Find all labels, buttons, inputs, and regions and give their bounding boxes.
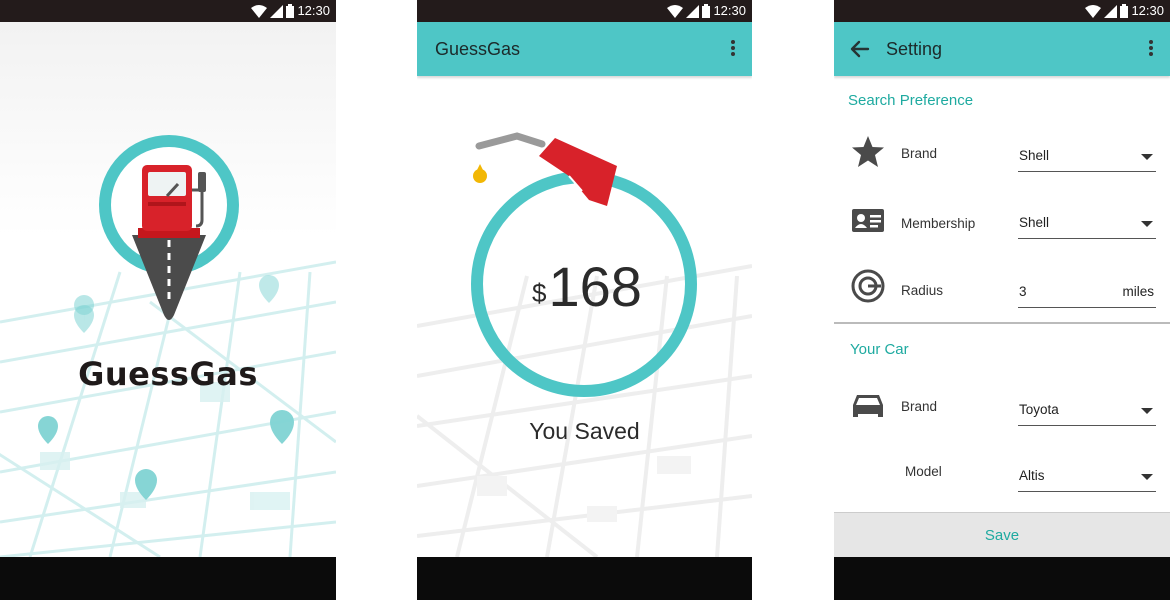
gas-station-logo [99,135,239,320]
savings-value: 168 [548,255,642,318]
more-options-icon[interactable] [726,38,740,60]
car-brand-select-value: Toyota [1019,402,1059,417]
star-icon [852,136,884,167]
section-search-preference: Search Preference [848,92,974,109]
page-title: Setting [886,39,943,59]
status-time: 12:30 [297,3,330,18]
section-your-car: Your Car [850,341,909,358]
car-model-label: Model [905,464,942,479]
navigation-bar [417,557,752,600]
car-icon [853,395,883,417]
app-name-wordmark: GuessGas [78,355,258,393]
membership-label: Membership [901,216,976,231]
membership-select-value: Shell [1019,215,1050,230]
savings-amount: $168 [512,254,662,319]
brand-select[interactable]: Shell [1018,142,1156,172]
navigation-bar [0,557,336,600]
settings-screen: 12:30 Setting Search Preference Brand Sh… [834,0,1170,600]
app-bar: Setting [834,22,1170,76]
save-button[interactable]: Save [834,512,1170,557]
savings-screen: 12:30 GuessGas $168 You Saved [417,0,752,600]
splash-screen: 12:30 GuessGas [0,0,336,600]
status-bar: 12:30 [0,0,336,22]
fuel-nozzle-icon [473,132,617,206]
wifi-icon [251,4,267,18]
radius-unit: miles [1122,284,1154,299]
signal-icon [270,4,283,18]
radius-input[interactable]: 3 miles [1018,278,1156,308]
battery-icon [702,4,710,18]
app-bar: GuessGas [417,22,752,76]
battery-icon [1120,4,1128,18]
car-model-select-value: Altis [1019,468,1045,483]
section-divider [834,322,1170,324]
status-time: 12:30 [1131,3,1164,18]
signal-icon [1104,4,1117,18]
chevron-down-icon [1141,154,1153,160]
chevron-down-icon [1141,474,1153,480]
brand-select-value: Shell [1019,148,1050,163]
navigation-bar [834,557,1170,600]
brand-label: Brand [901,146,938,161]
signal-icon [686,4,699,18]
membership-select[interactable]: Shell [1018,209,1156,239]
back-arrow-icon[interactable] [848,37,872,61]
wifi-icon [667,4,683,18]
car-model-select[interactable]: Altis [1018,462,1156,492]
status-bar: 12:30 [834,0,1170,22]
app-title: GuessGas [435,39,521,59]
battery-icon [286,4,294,18]
more-options-icon[interactable] [1144,38,1158,60]
status-bar: 12:30 [417,0,752,22]
radius-target-icon [851,269,885,303]
car-brand-select[interactable]: Toyota [1018,396,1156,426]
car-brand-label: Brand [901,399,938,414]
membership-card-icon [852,209,884,232]
currency-symbol: $ [532,278,547,308]
status-time: 12:30 [713,3,746,18]
chevron-down-icon [1141,408,1153,414]
wifi-icon [1085,4,1101,18]
savings-caption: You Saved [529,418,640,444]
chevron-down-icon [1141,221,1153,227]
radius-input-value: 3 [1019,284,1027,299]
radius-label: Radius [901,283,944,298]
